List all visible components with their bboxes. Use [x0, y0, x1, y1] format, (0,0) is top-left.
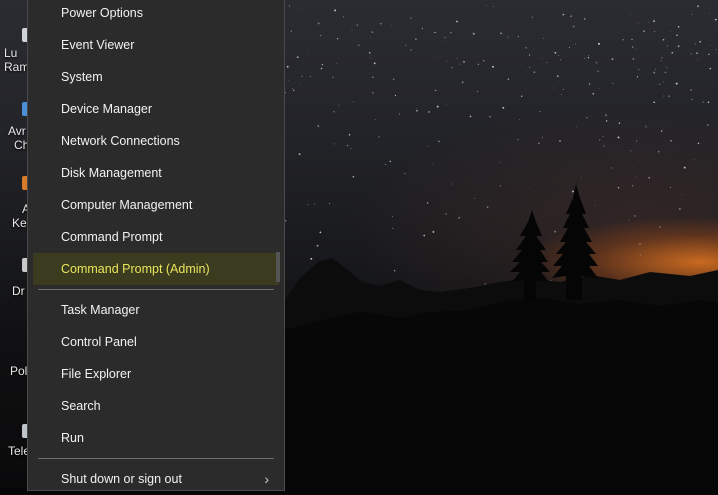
menu-item-task-manager[interactable]: Task Manager: [33, 294, 279, 326]
menu-item-control-panel[interactable]: Control Panel: [33, 326, 279, 358]
menu-item-command-prompt[interactable]: Command Prompt: [33, 221, 279, 253]
menu-item-power-options[interactable]: Power Options: [33, 0, 279, 29]
menu-separator: [38, 458, 274, 459]
menu-item-computer-management[interactable]: Computer Management: [33, 189, 279, 221]
menu-item-file-explorer[interactable]: File Explorer: [33, 358, 279, 390]
menu-item-event-viewer[interactable]: Event Viewer: [33, 29, 279, 61]
menu-item-device-manager[interactable]: Device Manager: [33, 93, 279, 125]
menu-item-run[interactable]: Run: [33, 422, 279, 454]
menu-separator: [38, 289, 274, 290]
menu-item-label: Shut down or sign out: [61, 472, 182, 486]
menu-item-network-connections[interactable]: Network Connections: [33, 125, 279, 157]
menu-item-search[interactable]: Search: [33, 390, 279, 422]
menu-item-system[interactable]: System: [33, 61, 279, 93]
chevron-right-icon: ›: [264, 471, 269, 487]
menu-item-disk-management[interactable]: Disk Management: [33, 157, 279, 189]
menu-hover-edge: [276, 252, 280, 282]
menu-item-shut-down-or-sign-out[interactable]: Shut down or sign out ›: [33, 463, 279, 495]
winx-context-menu: Power Options Event Viewer System Device…: [27, 0, 285, 491]
menu-item-command-prompt-admin[interactable]: Command Prompt (Admin): [33, 253, 279, 285]
